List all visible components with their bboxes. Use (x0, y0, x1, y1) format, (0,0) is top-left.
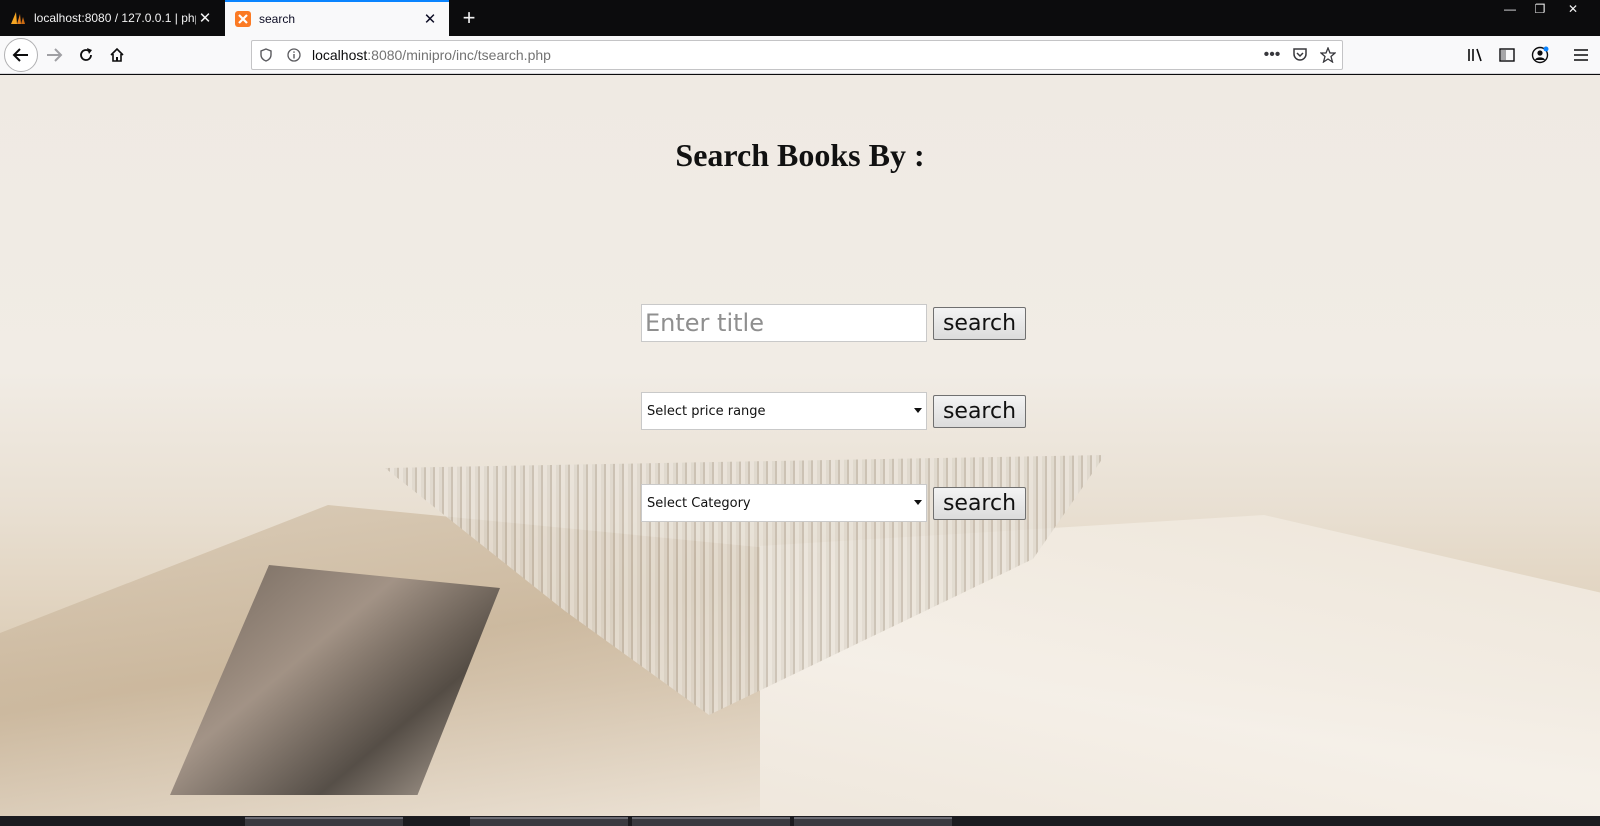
bookmark-star-icon[interactable] (1314, 41, 1342, 69)
url-host: localhost (312, 47, 368, 63)
tab-title: localhost:8080 / 127.0.0.1 | phpMyAdmin (34, 11, 196, 25)
price-range-select[interactable]: Select price range (641, 392, 927, 430)
url-path: :8080/minipro/inc/tsearch.php (367, 47, 551, 63)
library-icon[interactable] (1460, 39, 1492, 71)
pocket-icon[interactable] (1286, 41, 1314, 69)
xampp-icon (235, 11, 251, 27)
phpmyadmin-sail-icon (10, 10, 26, 26)
navigation-toolbar: localhost:8080/minipro/inc/tsearch.php •… (0, 36, 1600, 74)
dropdown-caret-icon (914, 500, 922, 505)
category-search-button[interactable]: search (933, 486, 1026, 520)
tab-phpmyadmin[interactable]: localhost:8080 / 127.0.0.1 | phpMyAdmin … (0, 0, 224, 36)
category-select[interactable]: Select Category (641, 484, 927, 522)
forward-arrow-icon[interactable] (38, 39, 70, 71)
title-search-row: search (641, 304, 1026, 342)
category-selected-value: Select Category (647, 495, 751, 511)
dropdown-caret-icon (914, 408, 922, 413)
tab-title: search (259, 12, 296, 26)
taskbar-app-button[interactable] (632, 817, 790, 826)
taskbar-app-button[interactable] (794, 817, 952, 826)
minimize-window-icon[interactable]: — (1495, 0, 1525, 18)
price-search-button[interactable]: search (933, 394, 1026, 428)
tab-search[interactable]: search ✕ (225, 0, 449, 36)
sidebar-toggle-icon[interactable] (1491, 39, 1523, 71)
restore-window-icon[interactable]: ❐ (1525, 0, 1555, 18)
home-icon[interactable] (101, 39, 133, 71)
title-search-input[interactable] (641, 304, 927, 342)
os-taskbar (0, 816, 1600, 826)
page-body: Search Books By : search Select price ra… (0, 75, 1600, 816)
price-range-selected-value: Select price range (647, 403, 766, 419)
category-search-row: Select Category search (641, 484, 1026, 522)
hamburger-menu-icon[interactable] (1565, 39, 1597, 71)
reload-icon[interactable] (70, 39, 102, 71)
tab-strip: localhost:8080 / 127.0.0.1 | phpMyAdmin … (0, 0, 1600, 36)
back-arrow-icon[interactable] (4, 38, 38, 72)
taskbar-app-button[interactable] (470, 817, 628, 826)
taskbar-app-button[interactable] (245, 817, 403, 826)
title-search-button[interactable]: search (933, 306, 1026, 340)
price-search-row: Select price range search (641, 392, 1026, 430)
new-tab-plus-icon[interactable]: + (455, 4, 483, 32)
close-tab-icon[interactable]: ✕ (421, 10, 439, 28)
info-icon[interactable] (280, 41, 308, 69)
address-bar[interactable]: localhost:8080/minipro/inc/tsearch.php •… (251, 40, 1343, 70)
close-window-icon[interactable]: ✕ (1558, 0, 1588, 18)
url-text[interactable]: localhost:8080/minipro/inc/tsearch.php (312, 47, 1258, 63)
account-avatar-icon[interactable] (1524, 39, 1556, 71)
page-heading: Search Books By : (675, 137, 925, 173)
page-actions-ellipsis-icon[interactable]: ••• (1258, 41, 1286, 69)
close-tab-icon[interactable]: ✕ (196, 9, 214, 27)
shield-icon[interactable] (252, 41, 280, 69)
